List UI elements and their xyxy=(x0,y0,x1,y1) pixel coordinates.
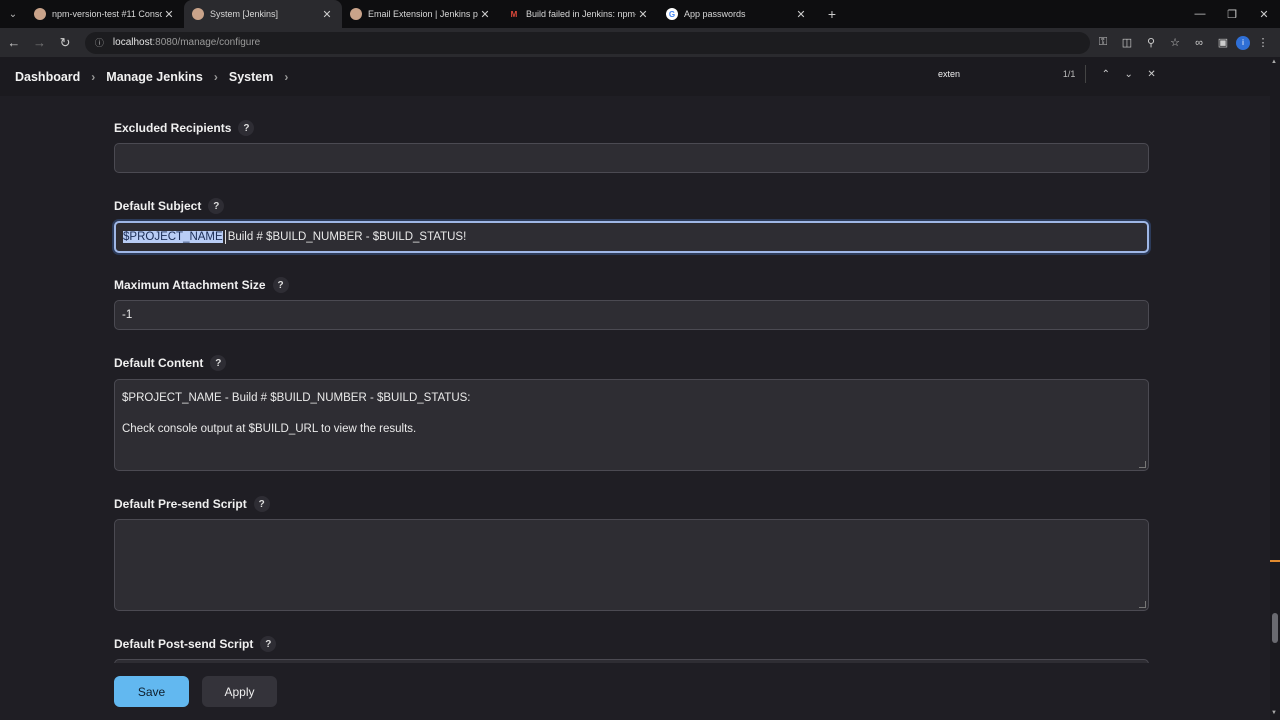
chevron-right-icon: › xyxy=(91,69,96,84)
window-controls: — ❐ ✕ xyxy=(1184,0,1280,28)
browser-tab-strip: ⌄ npm-version-test #11 Console [ ✕ Syste… xyxy=(0,0,1280,28)
close-tab-icon[interactable]: ✕ xyxy=(478,8,492,21)
zoom-icon[interactable]: ⚲ xyxy=(1140,32,1162,54)
presend-script-label-text: Default Pre-send Script xyxy=(114,497,247,511)
tab-search-icon[interactable]: ⌄ xyxy=(0,0,26,28)
postsend-script-label: Default Post-send Script ? xyxy=(114,636,277,652)
browser-tab[interactable]: npm-version-test #11 Console [ ✕ xyxy=(26,0,184,28)
reload-icon[interactable]: ↻ xyxy=(53,31,77,55)
scroll-up-icon[interactable]: ▲ xyxy=(1271,59,1277,65)
help-icon[interactable]: ? xyxy=(210,355,227,371)
new-tab-icon[interactable]: + xyxy=(820,6,844,22)
find-bar: exten 1/1 ⌃ ⌄ ✕ xyxy=(927,59,1163,89)
max-attachment-size-input[interactable]: -1 xyxy=(114,300,1149,330)
excluded-recipients-label: Excluded Recipients ? xyxy=(114,120,255,136)
forward-icon[interactable]: → xyxy=(28,31,52,55)
browser-menu-icon[interactable]: ⋮ xyxy=(1252,32,1274,54)
default-content-label-text: Default Content xyxy=(114,356,204,370)
help-icon[interactable]: ? xyxy=(238,120,255,136)
tab-title: App passwords xyxy=(684,9,746,19)
toolbar-icons: ⚿ ◫ ⚲ ☆ ∞ ▣ i ⋮ xyxy=(1090,32,1274,54)
password-key-icon[interactable]: ⚿ xyxy=(1092,32,1114,54)
page-action-icon[interactable]: ◫ xyxy=(1116,32,1138,54)
extensions-puzzle-icon[interactable]: ▣ xyxy=(1212,32,1234,54)
minimize-icon[interactable]: — xyxy=(1184,0,1216,28)
default-subject-label-text: Default Subject xyxy=(114,199,202,213)
subject-text: Build # $BUILD_NUMBER - $BUILD_STATUS! xyxy=(227,231,467,243)
save-button[interactable]: Save xyxy=(114,676,189,707)
jenkins-icon xyxy=(34,8,46,20)
find-close-icon[interactable]: ✕ xyxy=(1140,69,1163,80)
max-attachment-size-label-text: Maximum Attachment Size xyxy=(114,278,266,292)
excluded-recipients-input[interactable] xyxy=(114,143,1149,173)
selected-text: $PROJECT_NAME xyxy=(123,231,223,243)
max-attachment-size-label: Maximum Attachment Size ? xyxy=(114,277,289,293)
address-bar[interactable]: ⓘ localhost :8080/manage/configure xyxy=(84,31,1090,54)
browser-tab[interactable]: G App passwords ✕ xyxy=(658,0,816,28)
back-icon[interactable]: ← xyxy=(2,31,26,55)
default-content-textarea[interactable]: $PROJECT_NAME - Build # $BUILD_NUMBER - … xyxy=(114,379,1149,471)
tab-title: System [Jenkins] xyxy=(210,9,279,19)
help-icon[interactable]: ? xyxy=(208,198,225,214)
default-subject-label: Default Subject ? xyxy=(114,198,225,214)
text-cursor xyxy=(224,230,226,244)
browser-tab[interactable]: M Build failed in Jenkins: npm-ver ✕ xyxy=(500,0,658,28)
presend-script-label: Default Pre-send Script ? xyxy=(114,496,270,512)
content-line-2: Check console output at $BUILD_URL to vi… xyxy=(122,423,417,435)
find-input[interactable]: exten xyxy=(938,69,1052,79)
close-window-icon[interactable]: ✕ xyxy=(1248,0,1280,28)
postsend-script-label-text: Default Post-send Script xyxy=(114,637,254,651)
help-icon[interactable]: ? xyxy=(272,277,289,293)
browser-tab-active[interactable]: System [Jenkins] ✕ xyxy=(184,0,342,28)
site-info-icon[interactable]: ⓘ xyxy=(95,36,107,49)
page-scrollbar[interactable]: ▲ ▼ xyxy=(1270,57,1280,720)
jenkins-icon xyxy=(192,8,204,20)
presend-script-textarea[interactable] xyxy=(114,519,1149,611)
help-icon[interactable]: ? xyxy=(253,496,270,512)
tab-title: Email Extension | Jenkins plugin xyxy=(368,9,478,19)
apply-button[interactable]: Apply xyxy=(202,676,277,707)
extension-icon[interactable]: ∞ xyxy=(1188,32,1210,54)
find-previous-icon[interactable]: ⌃ xyxy=(1094,69,1117,80)
content-blank-line xyxy=(122,406,1141,421)
find-match-marker xyxy=(1270,560,1280,562)
breadcrumb-system[interactable]: System xyxy=(229,70,273,84)
resize-grip-icon[interactable] xyxy=(1139,461,1146,468)
google-icon: G xyxy=(666,8,678,20)
excluded-recipients-label-text: Excluded Recipients xyxy=(114,121,232,135)
bookmark-star-icon[interactable]: ☆ xyxy=(1164,32,1186,54)
close-tab-icon[interactable]: ✕ xyxy=(162,8,176,21)
url-host: localhost xyxy=(112,37,153,48)
form-action-bar: Save Apply xyxy=(0,663,1270,720)
breadcrumb-dashboard[interactable]: Dashboard xyxy=(15,70,80,84)
close-tab-icon[interactable]: ✕ xyxy=(794,8,808,21)
chevron-right-icon: › xyxy=(213,69,218,84)
help-icon[interactable]: ? xyxy=(260,636,277,652)
scrollbar-thumb[interactable] xyxy=(1272,613,1278,643)
resize-grip-icon[interactable] xyxy=(1139,601,1146,608)
chevron-right-icon[interactable]: › xyxy=(284,70,288,84)
jenkins-page: Dashboard › Manage Jenkins › System › ex… xyxy=(0,57,1270,720)
restore-icon[interactable]: ❐ xyxy=(1216,0,1248,28)
default-content-label: Default Content ? xyxy=(114,355,227,371)
default-subject-input[interactable]: $PROJECT_NAME Build # $BUILD_NUMBER - $B… xyxy=(114,221,1149,253)
browser-toolbar: ← → ↻ ⓘ localhost :8080/manage/configure… xyxy=(0,28,1280,57)
close-tab-icon[interactable]: ✕ xyxy=(320,8,334,21)
browser-tab[interactable]: Email Extension | Jenkins plugin ✕ xyxy=(342,0,500,28)
url-path: :8080/manage/configure xyxy=(152,37,261,48)
gmail-icon: M xyxy=(510,9,518,19)
find-next-icon[interactable]: ⌄ xyxy=(1117,69,1140,80)
scroll-down-icon[interactable]: ▼ xyxy=(1271,710,1277,716)
content-line-1: $PROJECT_NAME - Build # $BUILD_NUMBER - … xyxy=(122,392,471,404)
tab-title: Build failed in Jenkins: npm-ver xyxy=(526,9,636,19)
jenkins-icon xyxy=(350,8,362,20)
close-tab-icon[interactable]: ✕ xyxy=(636,8,650,21)
find-count: 1/1 xyxy=(1062,69,1076,79)
profile-avatar-icon[interactable]: i xyxy=(1236,35,1250,50)
find-divider xyxy=(1085,65,1087,83)
breadcrumb-manage-jenkins[interactable]: Manage Jenkins xyxy=(106,70,203,84)
tab-title: npm-version-test #11 Console [ xyxy=(52,9,162,19)
